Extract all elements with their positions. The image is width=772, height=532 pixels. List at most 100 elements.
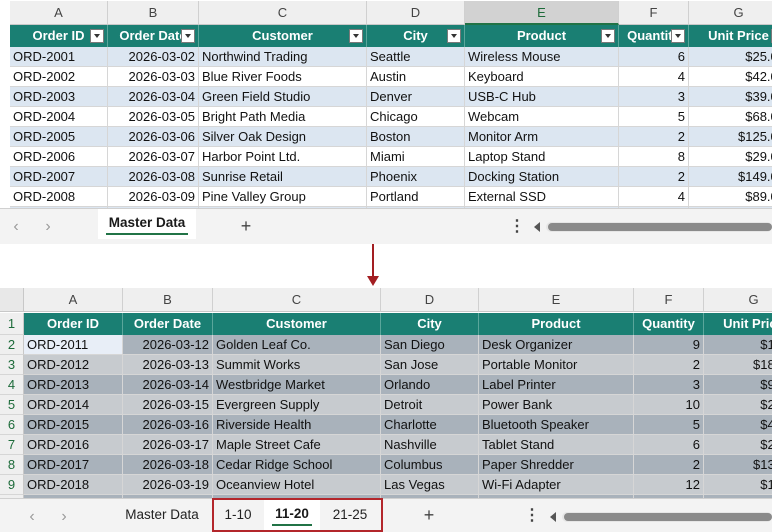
- scroll-left-icon[interactable]: [534, 222, 540, 232]
- table-cell-customer[interactable]: Pine Valley Group: [199, 187, 367, 207]
- header-city[interactable]: City: [381, 313, 479, 335]
- table-cell-quantity[interactable]: 6: [634, 435, 704, 455]
- table-cell-city[interactable]: Phoenix: [367, 167, 465, 187]
- column-header-f[interactable]: F: [634, 288, 704, 312]
- table-cell-unit-price[interactable]: $29.00: [689, 147, 772, 167]
- row-header-1[interactable]: 1: [0, 313, 24, 335]
- table-cell-city[interactable]: Nashville: [381, 435, 479, 455]
- table-cell-unit-price[interactable]: $42.00: [689, 67, 772, 87]
- table-cell-order-date[interactable]: 2026-03-13: [123, 355, 213, 375]
- table-cell-unit-price[interactable]: $68.00: [689, 107, 772, 127]
- table-cell-customer[interactable]: Silver Oak Design: [199, 127, 367, 147]
- tab-master-data[interactable]: Master Data: [98, 209, 196, 239]
- header-product[interactable]: Product: [479, 313, 634, 335]
- table-cell-order-id[interactable]: ORD-2004: [10, 107, 108, 127]
- filter-dropdown-icon[interactable]: [181, 29, 195, 43]
- table-cell-order-date[interactable]: 2026-03-02: [108, 47, 199, 67]
- table-cell-order-date[interactable]: 2026-03-09: [108, 187, 199, 207]
- table-cell-order-id[interactable]: ORD-2003: [10, 87, 108, 107]
- table-cell-order-date[interactable]: 2026-03-15: [123, 395, 213, 415]
- table-cell-customer[interactable]: Bright Path Media: [199, 107, 367, 127]
- table-cell-quantity[interactable]: 12: [634, 475, 704, 495]
- column-header-b[interactable]: B: [108, 1, 199, 25]
- column-header-a[interactable]: A: [10, 1, 108, 25]
- table-cell-city[interactable]: Austin: [367, 67, 465, 87]
- filter-dropdown-icon[interactable]: [349, 29, 363, 43]
- table-cell-order-id[interactable]: ORD-2001: [10, 47, 108, 67]
- column-header-a[interactable]: A: [24, 288, 123, 312]
- table-cell-quantity[interactable]: 8: [619, 147, 689, 167]
- table-cell-quantity[interactable]: 10: [634, 395, 704, 415]
- table-cell-product[interactable]: Bluetooth Speaker: [479, 415, 634, 435]
- table-cell-city[interactable]: Miami: [367, 147, 465, 167]
- table-cell-order-date[interactable]: 2026-03-04: [108, 87, 199, 107]
- table-cell-city[interactable]: Detroit: [381, 395, 479, 415]
- header-unit-price[interactable]: Unit Price: [704, 313, 772, 335]
- column-header-e[interactable]: E: [465, 1, 619, 25]
- table-cell-city[interactable]: Las Vegas: [381, 475, 479, 495]
- table-cell-quantity[interactable]: 6: [619, 47, 689, 67]
- table-cell-unit-price[interactable]: $27.00: [704, 435, 772, 455]
- table-cell-quantity[interactable]: 4: [619, 187, 689, 207]
- table-cell-order-date[interactable]: 2026-03-12: [123, 335, 213, 355]
- table-cell-order-id[interactable]: ORD-2017: [24, 455, 123, 475]
- table-cell-city[interactable]: Portland: [367, 187, 465, 207]
- scroll-left-icon[interactable]: [550, 512, 556, 522]
- filter-dropdown-icon[interactable]: [90, 29, 104, 43]
- table-cell-customer[interactable]: Cedar Ridge School: [213, 455, 381, 475]
- table-cell-product[interactable]: Monitor Arm: [465, 127, 619, 147]
- column-header-f[interactable]: F: [619, 1, 689, 25]
- more-options-icon[interactable]: ⋮: [524, 505, 540, 527]
- table-cell-quantity[interactable]: 2: [634, 455, 704, 475]
- table-cell-product[interactable]: External SSD: [465, 187, 619, 207]
- table-cell-unit-price[interactable]: $132.00: [704, 455, 772, 475]
- table-cell-order-date[interactable]: 2026-03-18: [123, 455, 213, 475]
- column-header-d[interactable]: D: [381, 288, 479, 312]
- select-all-corner[interactable]: [0, 288, 24, 312]
- table-cell-customer[interactable]: Summit Works: [213, 355, 381, 375]
- table-cell-unit-price[interactable]: $14.00: [704, 475, 772, 495]
- header-customer[interactable]: Customer: [213, 313, 381, 335]
- table-cell-order-date[interactable]: 2026-03-07: [108, 147, 199, 167]
- column-header-c[interactable]: C: [213, 288, 381, 312]
- table-cell-quantity[interactable]: 2: [634, 355, 704, 375]
- horizontal-scrollbar[interactable]: [550, 511, 772, 523]
- table-cell-order-id[interactable]: ORD-2012: [24, 355, 123, 375]
- table-cell-order-date[interactable]: 2026-03-14: [123, 375, 213, 395]
- column-header-c[interactable]: C: [199, 1, 367, 25]
- filter-dropdown-icon[interactable]: [601, 29, 615, 43]
- table-cell-quantity[interactable]: 9: [634, 335, 704, 355]
- header-order-id[interactable]: Order ID: [24, 313, 123, 335]
- column-header-b[interactable]: B: [123, 288, 213, 312]
- header-order-id[interactable]: Order ID: [10, 25, 108, 47]
- table-cell-product[interactable]: Laptop Stand: [465, 147, 619, 167]
- table-cell-city[interactable]: San Jose: [381, 355, 479, 375]
- table-cell-order-id[interactable]: ORD-2011: [24, 335, 123, 355]
- header-product[interactable]: Product: [465, 25, 619, 47]
- more-options-icon[interactable]: ⋮: [509, 216, 525, 238]
- scroll-thumb[interactable]: [548, 223, 772, 231]
- table-cell-city[interactable]: Denver: [367, 87, 465, 107]
- table-cell-city[interactable]: Charlotte: [381, 415, 479, 435]
- table-cell-quantity[interactable]: 5: [619, 107, 689, 127]
- table-cell-quantity[interactable]: 2: [619, 127, 689, 147]
- table-cell-unit-price[interactable]: $188.00: [704, 355, 772, 375]
- table-cell-order-date[interactable]: 2026-03-19: [123, 475, 213, 495]
- table-cell-city[interactable]: Columbus: [381, 455, 479, 475]
- table-cell-unit-price[interactable]: $22.00: [704, 395, 772, 415]
- table-cell-customer[interactable]: Sunrise Retail: [199, 167, 367, 187]
- filter-dropdown-icon[interactable]: [671, 29, 685, 43]
- header-order-date[interactable]: Order Date: [123, 313, 213, 335]
- horizontal-scrollbar[interactable]: [534, 221, 772, 233]
- table-cell-order-id[interactable]: ORD-2002: [10, 67, 108, 87]
- next-sheet-icon[interactable]: ›: [38, 218, 58, 236]
- table-cell-order-id[interactable]: ORD-2006: [10, 147, 108, 167]
- table-cell-customer[interactable]: Maple Street Cafe: [213, 435, 381, 455]
- table-cell-city[interactable]: Chicago: [367, 107, 465, 127]
- table-cell-customer[interactable]: Golden Leaf Co.: [213, 335, 381, 355]
- table-cell-city[interactable]: San Diego: [381, 335, 479, 355]
- table-cell-order-date[interactable]: 2026-03-17: [123, 435, 213, 455]
- table-cell-order-id[interactable]: ORD-2016: [24, 435, 123, 455]
- row-header-7[interactable]: 7: [0, 435, 24, 455]
- table-cell-customer[interactable]: Green Field Studio: [199, 87, 367, 107]
